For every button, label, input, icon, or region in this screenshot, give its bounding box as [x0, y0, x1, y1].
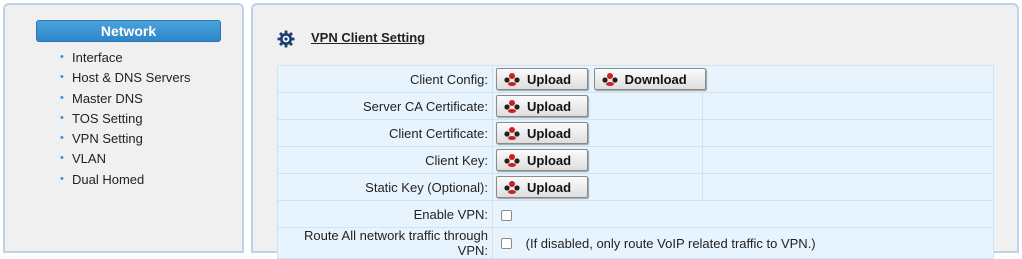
bullet-icon: •: [60, 132, 64, 145]
client-config-controls: Upload Download: [492, 65, 994, 93]
row-static-key: Static Key (Optional): Upload: [277, 173, 994, 201]
vpn-settings-table: Client Config: Upload Download Server CA…: [277, 65, 994, 259]
bullet-icon: •: [60, 91, 64, 104]
empty-cell: [702, 173, 994, 201]
client-cert-label: Client Certificate:: [277, 119, 493, 147]
sidebar-menu: • Interface • Host & DNS Servers • Master D…: [57, 48, 190, 190]
bullet-icon: •: [60, 172, 64, 185]
users-icon: [504, 154, 520, 167]
static-key-upload-button[interactable]: Upload: [496, 176, 588, 198]
users-icon: [602, 73, 618, 86]
sidebar-item-host-dns-servers[interactable]: • Host & DNS Servers: [57, 68, 190, 88]
users-icon: [504, 100, 520, 113]
row-client-config: Client Config: Upload Download: [277, 65, 994, 93]
sidebar-item-master-dns[interactable]: • Master DNS: [57, 89, 190, 109]
server-ca-controls: Upload: [492, 92, 703, 120]
row-client-key: Client Key: Upload: [277, 146, 994, 174]
sidebar-header-network[interactable]: Network: [36, 20, 221, 42]
main-panel: VPN Client Setting Client Config: Upload…: [251, 3, 1019, 259]
static-key-label: Static Key (Optional):: [277, 173, 493, 201]
client-cert-controls: Upload: [492, 119, 703, 147]
client-config-label: Client Config:: [277, 65, 493, 93]
bullet-icon: •: [60, 111, 64, 124]
row-client-certificate: Client Certificate: Upload: [277, 119, 994, 147]
users-icon: [504, 73, 520, 86]
upload-label: Upload: [527, 98, 572, 114]
page-title: VPN Client Setting: [311, 30, 426, 45]
users-icon: [504, 181, 520, 194]
gear-icon: [277, 30, 295, 48]
row-enable-vpn: Enable VPN:: [277, 200, 994, 228]
sidebar-item-vpn-setting[interactable]: • VPN Setting: [57, 129, 190, 149]
client-key-controls: Upload: [492, 146, 703, 174]
sidebar-item-label: TOS Setting: [72, 110, 143, 126]
users-icon: [504, 127, 520, 140]
row-route-all-traffic: Route All network traffic through VPN: (…: [277, 227, 994, 259]
row-server-ca-certificate: Server CA Certificate: Upload: [277, 92, 994, 120]
sidebar-item-label: VPN Setting: [72, 131, 143, 147]
enable-vpn-checkbox[interactable]: [501, 209, 512, 221]
upload-label: Upload: [527, 71, 572, 87]
server-ca-label: Server CA Certificate:: [277, 92, 493, 120]
sidebar-item-vlan[interactable]: • VLAN: [57, 149, 190, 169]
upload-label: Upload: [527, 125, 572, 141]
empty-cell: [702, 119, 994, 147]
client-key-upload-button[interactable]: Upload: [496, 149, 588, 171]
client-config-download-button[interactable]: Download: [593, 68, 706, 90]
download-label: Download: [624, 71, 687, 87]
bullet-icon: •: [60, 152, 64, 165]
sidebar-item-dual-homed[interactable]: • Dual Homed: [57, 170, 190, 190]
empty-cell: [702, 146, 994, 174]
client-key-label: Client Key:: [277, 146, 493, 174]
static-key-controls: Upload: [492, 173, 703, 201]
upload-label: Upload: [527, 152, 572, 168]
client-config-upload-button[interactable]: Upload: [496, 68, 588, 90]
route-all-controls: (If disabled, only route VoIP related tr…: [492, 227, 994, 259]
sidebar-item-label: Host & DNS Servers: [72, 70, 191, 86]
enable-vpn-label: Enable VPN:: [277, 200, 493, 228]
sidebar-item-label: Master DNS: [72, 90, 143, 106]
sidebar-item-tos-setting[interactable]: • TOS Setting: [57, 109, 190, 129]
route-all-note: (If disabled, only route VoIP related tr…: [525, 236, 816, 252]
client-cert-upload-button[interactable]: Upload: [496, 122, 588, 144]
empty-cell: [702, 92, 994, 120]
enable-vpn-controls: [492, 200, 994, 228]
upload-label: Upload: [527, 179, 572, 195]
sidebar-item-label: Dual Homed: [72, 171, 145, 187]
sidebar-item-interface[interactable]: • Interface: [57, 48, 190, 68]
sidebar-item-label: VLAN: [72, 151, 106, 167]
bullet-icon: •: [60, 71, 64, 84]
sidebar-item-label: Interface: [72, 50, 123, 65]
bullet-icon: •: [60, 51, 64, 63]
server-ca-upload-button[interactable]: Upload: [496, 95, 588, 117]
route-all-label: Route All network traffic through VPN:: [277, 227, 493, 259]
route-all-checkbox[interactable]: [501, 238, 512, 250]
sidebar: Network • Interface • Host & DNS Servers •…: [3, 3, 244, 253]
